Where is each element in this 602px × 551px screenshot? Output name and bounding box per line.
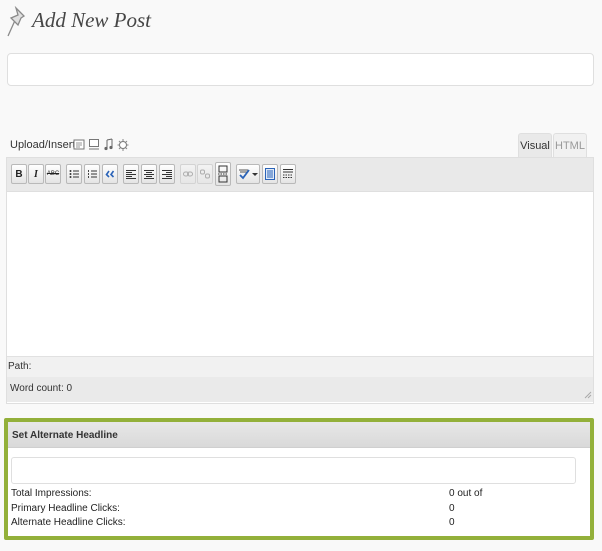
audio-icon[interactable] [103, 138, 115, 151]
align-left-button[interactable] [123, 164, 139, 184]
align-center-button[interactable] [141, 164, 157, 184]
editor-content-area[interactable] [7, 192, 593, 355]
italic-button[interactable]: I [28, 164, 44, 184]
page-title: Add New Post [32, 8, 151, 32]
fullscreen-button[interactable] [262, 164, 278, 184]
tab-visual[interactable]: Visual [518, 133, 552, 157]
kitchen-sink-icon [283, 169, 293, 178]
pushpin-icon [7, 6, 26, 37]
total-impressions-value: 0 out of [449, 488, 483, 499]
alternate-clicks-label: Alternate Headline Clicks: [11, 517, 126, 528]
blockquote-icon [105, 170, 115, 178]
word-count: Word count: 0 [10, 383, 73, 394]
unlink-button[interactable] [197, 164, 213, 184]
align-center-icon [144, 170, 154, 179]
bullet-list-icon [69, 170, 79, 178]
total-impressions-label: Total Impressions: [11, 488, 92, 499]
spellcheck-icon [239, 169, 258, 180]
bold-button[interactable]: B [11, 164, 27, 184]
word-count-bar [7, 377, 593, 402]
spellcheck-button[interactable] [236, 164, 260, 184]
align-left-icon [126, 170, 136, 179]
path-bar [7, 356, 593, 378]
strikethrough-button[interactable]: ABC [45, 164, 61, 184]
link-button[interactable] [180, 164, 196, 184]
align-right-icon [162, 170, 172, 179]
link-icon [183, 171, 193, 177]
italic-icon: I [34, 168, 38, 180]
video-icon[interactable] [88, 138, 100, 151]
media-icon[interactable] [117, 138, 129, 151]
align-right-button[interactable] [159, 164, 175, 184]
numbered-list-button[interactable] [84, 164, 100, 184]
bold-icon: B [15, 168, 23, 180]
bullet-list-button[interactable] [66, 164, 82, 184]
image-icon[interactable] [73, 138, 85, 151]
upload-insert-label: Upload/Insert [10, 139, 76, 151]
alternate-headline-title: Set Alternate Headline [12, 430, 118, 441]
fullscreen-icon [265, 168, 275, 180]
kitchen-sink-button[interactable] [280, 164, 296, 184]
numbered-list-icon [88, 170, 97, 178]
primary-clicks-label: Primary Headline Clicks: [11, 503, 120, 514]
more-tag-button[interactable] [215, 162, 231, 186]
alternate-headline-input[interactable] [11, 457, 576, 484]
alternate-clicks-value: 0 [449, 517, 455, 528]
more-tag-icon [218, 165, 228, 183]
post-title-input[interactable] [7, 53, 594, 86]
unlink-icon [200, 169, 210, 179]
strikethrough-icon: ABC [46, 171, 60, 177]
blockquote-button[interactable] [102, 164, 118, 184]
resize-handle-icon[interactable] [582, 389, 592, 399]
path-label: Path: [8, 361, 32, 372]
tab-html[interactable]: HTML [553, 133, 587, 157]
primary-clicks-value: 0 [449, 503, 455, 514]
